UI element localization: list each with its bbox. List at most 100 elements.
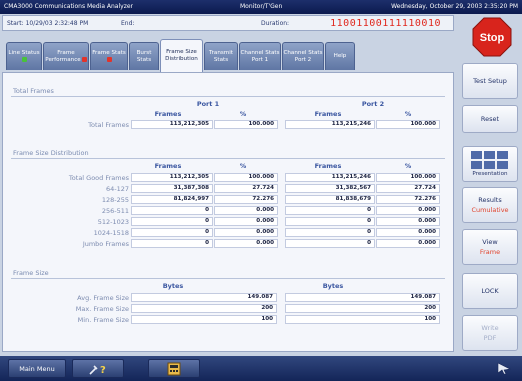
table-cell: 0 — [285, 206, 375, 215]
percent-col-header: % — [404, 162, 412, 170]
calculator-icon — [167, 362, 181, 375]
reset-button[interactable]: Reset — [462, 105, 518, 133]
section-title-total-frames: Total Frames — [13, 87, 54, 95]
mode-label: Monitor/T'Gen — [240, 3, 283, 10]
main-menu-button[interactable]: Main Menu — [8, 359, 66, 378]
table-cell: 0 — [131, 228, 213, 237]
frames-col-header: Frames — [314, 162, 342, 170]
lock-button[interactable]: LOCK — [462, 273, 518, 309]
app-title: CMA3000 Communications Media Analyzer — [4, 3, 134, 10]
tab-frame-size-distribution[interactable]: Frame Size Distribution — [160, 39, 203, 72]
table-cell: 200 — [131, 304, 277, 313]
tab-burst-stats[interactable]: Burst Stats — [129, 42, 159, 70]
tab-line-status[interactable]: Line Status — [6, 42, 42, 70]
table-cell: 0.000 — [214, 206, 278, 215]
table-cell: 31,387,308 — [131, 184, 213, 193]
svg-text:?: ? — [100, 365, 106, 376]
table-cell: 27.724 — [214, 184, 278, 193]
table-cell: 149.087 — [131, 293, 277, 302]
table-cell: 0 — [131, 239, 213, 248]
stop-button[interactable]: Stop — [472, 17, 512, 57]
table-cell: 0 — [285, 217, 375, 226]
table-cell: 113,215,246 — [285, 173, 375, 182]
table-cell: 0.000 — [214, 239, 278, 248]
datetime-label: Wednesday, October 29, 2003 2:35:20 PM — [391, 3, 518, 10]
bit-pattern: 11001100111110010 — [330, 18, 441, 29]
tab-frame-stats[interactable]: Frame Stats — [90, 42, 128, 70]
row-label: 128-255 — [101, 196, 129, 204]
tab-help[interactable]: Help — [325, 42, 355, 70]
table-cell: 0.000 — [376, 228, 440, 237]
total-percent-port1: 100.000 — [214, 120, 278, 129]
row-label: Min. Frame Size — [77, 316, 129, 324]
sidebar: Stop Test Setup Reset Presentation Resul… — [458, 15, 520, 355]
view-button[interactable]: View Frame — [462, 229, 518, 265]
results-button[interactable]: Results Cumulative — [462, 187, 518, 223]
total-percent-port2: 100.000 — [376, 120, 440, 129]
percent-col-header: % — [239, 162, 247, 170]
row-label: 64-127 — [105, 185, 129, 193]
table-cell: 0 — [131, 206, 213, 215]
bottom-bar: Main Menu ? — [0, 356, 522, 381]
row-label: Total Frames — [88, 121, 129, 129]
divider — [11, 278, 445, 279]
presentation-button[interactable]: Presentation — [462, 146, 518, 182]
table-cell: 0.000 — [214, 217, 278, 226]
table-cell: 0 — [285, 228, 375, 237]
table-cell: 0 — [285, 239, 375, 248]
svg-text:Stop: Stop — [480, 32, 505, 44]
table-cell: 0 — [131, 217, 213, 226]
total-frames-port2: 113,215,246 — [285, 120, 375, 129]
start-time: Start: 10/29/03 2:32:48 PM — [7, 20, 89, 27]
percent-col-header: % — [404, 110, 412, 118]
port2-header: Port 2 — [361, 100, 385, 108]
status-green-icon — [22, 56, 27, 62]
help-tools-icon: ? — [89, 365, 106, 376]
total-frames-port1: 113,212,305 — [131, 120, 213, 129]
test-setup-button[interactable]: Test Setup — [462, 63, 518, 99]
title-bar: CMA3000 Communications Media Analyzer Mo… — [0, 0, 522, 14]
row-label: 1024-1518 — [93, 229, 129, 237]
table-cell: 81,824,997 — [131, 195, 213, 204]
percent-col-header: % — [239, 110, 247, 118]
frames-col-header: Frames — [154, 110, 182, 118]
divider — [11, 96, 445, 97]
help-tools-button[interactable]: ? — [72, 359, 124, 378]
table-cell: 200 — [285, 304, 440, 313]
row-label: Jumbo Frames — [82, 240, 129, 248]
bytes-col-header: Bytes — [162, 282, 184, 290]
tab-frame-performance[interactable]: Frame Performance — [43, 42, 89, 70]
row-label: Total Good Frames — [68, 174, 129, 182]
row-label: Avg. Frame Size — [77, 294, 129, 302]
stop-sign-icon: Stop — [472, 17, 512, 57]
table-cell: 100 — [285, 315, 440, 324]
table-cell: 100.000 — [376, 173, 440, 182]
main-panel: Total Frames Port 1 Port 2 Frames % Fram… — [2, 72, 454, 352]
status-red-icon — [107, 56, 112, 62]
section-title-frame-size: Frame Size — [13, 269, 49, 277]
table-cell: 100.000 — [214, 173, 278, 182]
table-cell: 81,838,679 — [285, 195, 375, 204]
bytes-col-header: Bytes — [322, 282, 344, 290]
tab-bar: Line Status Frame Performance Frame Stat… — [2, 36, 454, 72]
table-cell: 0.000 — [214, 228, 278, 237]
tab-channel-stats-port1[interactable]: Channel Stats Port 1 — [239, 42, 281, 70]
tab-channel-stats-port2[interactable]: Channel Stats Port 2 — [282, 42, 324, 70]
screenshot-button[interactable] — [148, 359, 200, 378]
grid-layout-icon — [471, 151, 508, 170]
divider — [11, 158, 445, 159]
info-bar: Start: 10/29/03 2:32:48 PM End: Duration… — [2, 15, 454, 31]
write-pdf-button[interactable]: Write PDF — [462, 315, 518, 351]
table-cell: 0.000 — [376, 217, 440, 226]
row-label: 256-511 — [101, 207, 129, 215]
table-cell: 27.724 — [376, 184, 440, 193]
frames-col-header: Frames — [154, 162, 182, 170]
tab-transmit-stats[interactable]: Transmit Stats — [204, 42, 238, 70]
port1-header: Port 1 — [196, 100, 220, 108]
table-cell: 72.276 — [214, 195, 278, 204]
row-label: Max. Frame Size — [75, 305, 129, 313]
table-cell: 149.087 — [285, 293, 440, 302]
table-cell: 0.000 — [376, 239, 440, 248]
section-title-distribution: Frame Size Distribution — [13, 149, 89, 157]
row-label: 512-1023 — [97, 218, 129, 226]
